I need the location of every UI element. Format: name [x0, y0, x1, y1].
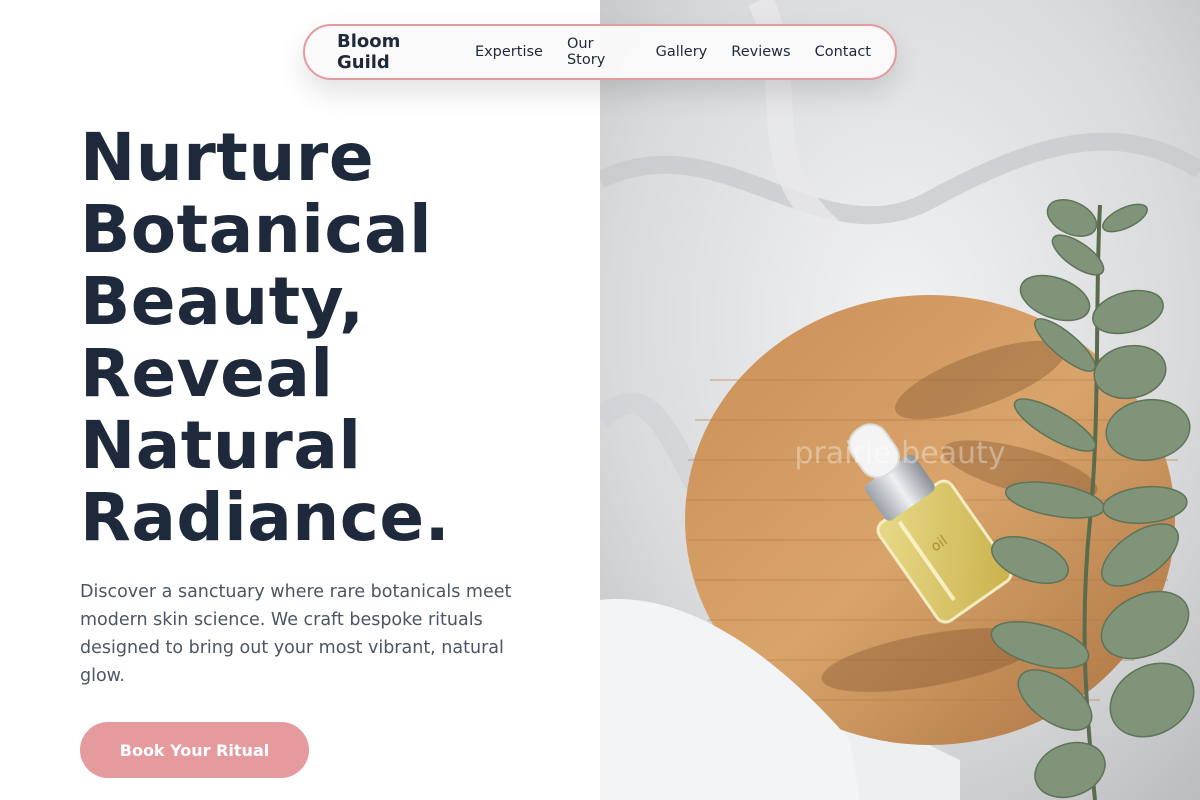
- nav-link-expertise[interactable]: Expertise: [475, 44, 543, 60]
- hero-description: Discover a sanctuary where rare botanica…: [80, 582, 512, 686]
- headline-line: Nurture: [80, 119, 375, 196]
- headline-line: Natural: [80, 407, 362, 484]
- nav-link-our-story[interactable]: Our Story: [567, 36, 632, 68]
- top-navigation: Bloom Guild Expertise Our Story Gallery …: [303, 24, 897, 80]
- nav-link-reviews[interactable]: Reviews: [731, 44, 790, 60]
- headline-line: Beauty,: [80, 263, 365, 340]
- nav-link-gallery[interactable]: Gallery: [656, 44, 708, 60]
- headline-line: Reveal: [80, 335, 334, 412]
- photo-watermark: prairie beauty: [794, 436, 1005, 471]
- headline-line: Radiance.: [80, 479, 451, 556]
- hero-content: Nurture Botanical Beauty, Reveal Natural…: [0, 0, 600, 800]
- book-ritual-button[interactable]: Book Your Ritual: [80, 722, 309, 778]
- hero-photo: oil prairie beauty: [600, 0, 1200, 800]
- product-photo-illustration: oil prairie beauty: [600, 0, 1200, 800]
- brand-logo-link[interactable]: Bloom Guild: [337, 31, 451, 73]
- nav-link-contact[interactable]: Contact: [815, 44, 871, 60]
- hero-headline: Nurture Botanical Beauty, Reveal Natural…: [80, 122, 580, 554]
- headline-line: Botanical: [80, 191, 433, 268]
